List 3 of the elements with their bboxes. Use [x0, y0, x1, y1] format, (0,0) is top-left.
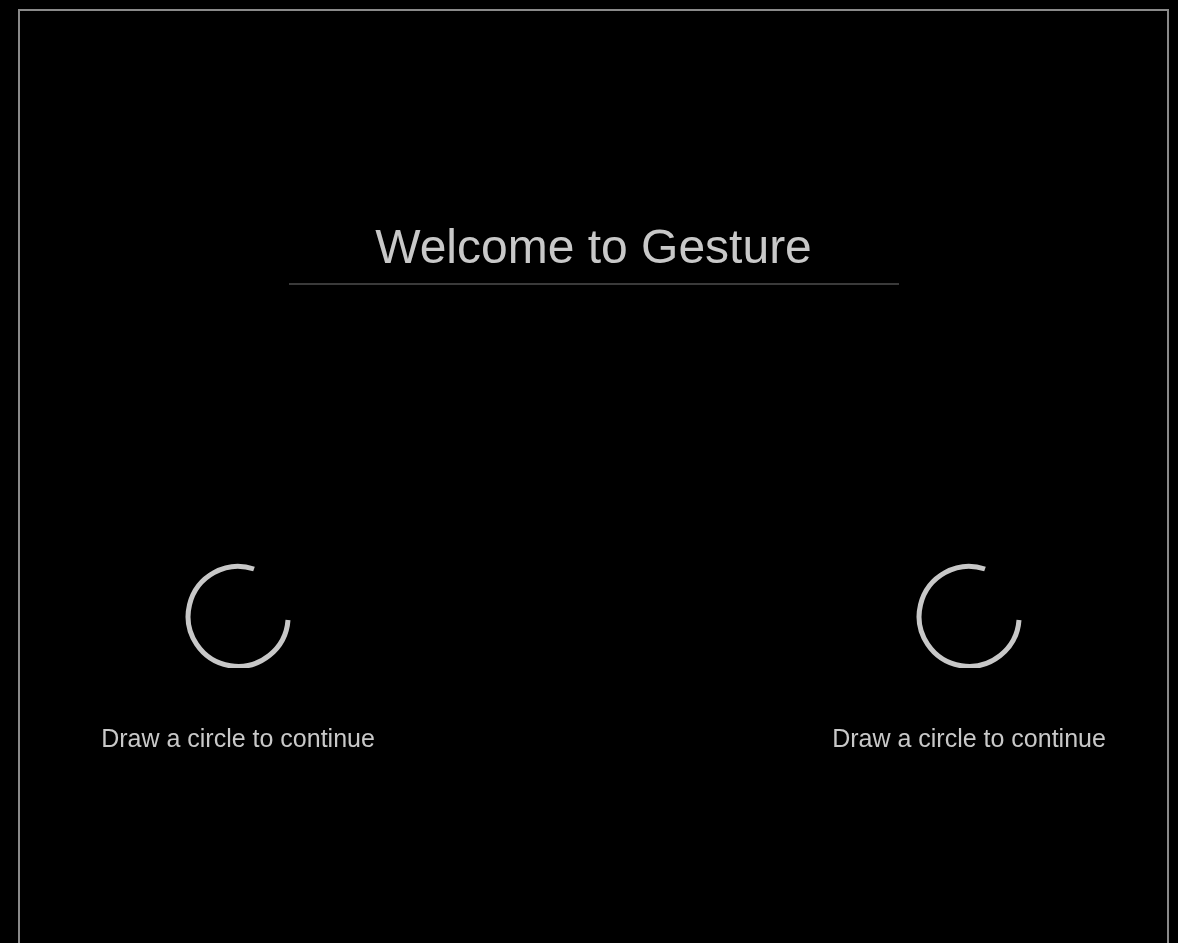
instruction-text: Draw a circle to continue: [832, 723, 1106, 754]
instruction-text: Draw a circle to continue: [101, 723, 375, 754]
welcome-title: Welcome to Gesture: [288, 223, 899, 285]
